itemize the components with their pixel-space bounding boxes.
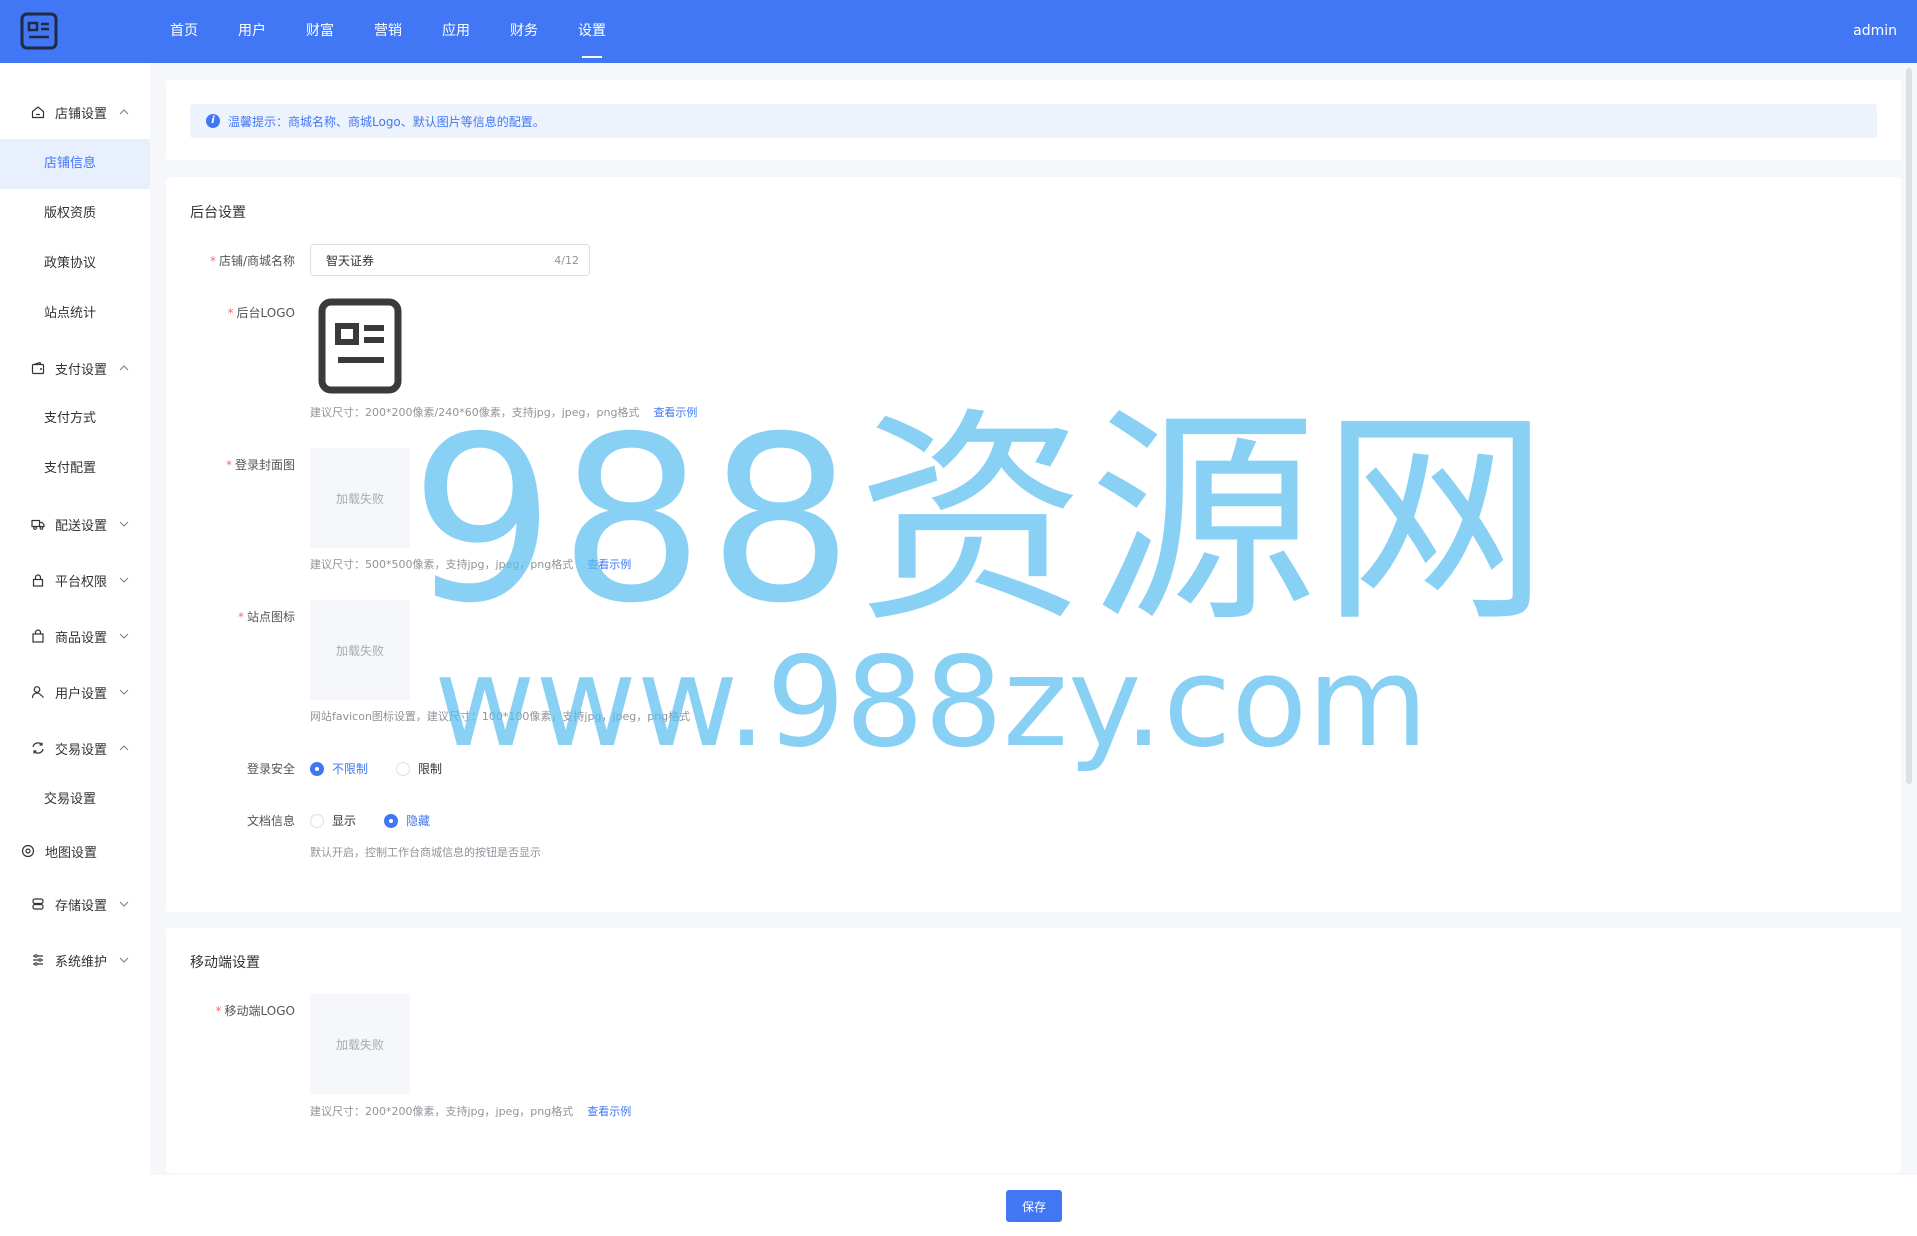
mobile-settings-card <box>166 928 1901 1173</box>
backend-logo-upload[interactable] <box>310 296 410 396</box>
site-icon-hint: 网站favicon图标设置，建议尺寸：100*100像素，支持jpg，jpeg，… <box>310 710 691 723</box>
top-nav: 首页 用户 财富 营销 应用 财务 设置 <box>150 0 626 63</box>
view-example-link[interactable]: 查看示例 <box>653 406 697 419</box>
mobile-logo-label: * 移动端LOGO <box>215 1004 295 1018</box>
sidebar-group-label: 商品设置 <box>55 630 108 646</box>
chevron-up-icon <box>119 745 129 751</box>
nav-wealth[interactable]: 财富 <box>286 0 354 63</box>
sidebar-group-products[interactable]: 商品设置 <box>0 621 150 651</box>
chevron-down-icon <box>119 633 129 639</box>
backend-settings-card <box>166 177 1901 912</box>
location-icon <box>20 843 36 859</box>
list-settings-icon <box>30 952 46 968</box>
nav-apps[interactable]: 应用 <box>422 0 490 63</box>
nav-home[interactable]: 首页 <box>150 0 218 63</box>
nav-users[interactable]: 用户 <box>218 0 286 63</box>
sidebar-group-storage[interactable]: 存储设置 <box>0 889 150 919</box>
radio-show[interactable]: 显示 <box>310 812 356 829</box>
login-cover-label: * 登录封面图 <box>225 458 295 472</box>
mobile-logo-hint: 建议尺寸：200*200像素，支持jpg，jpeg，png格式 查看示例 <box>310 1105 632 1118</box>
doc-info-label: 文档信息 <box>246 814 295 828</box>
chevron-down-icon <box>119 577 129 583</box>
section-title-mobile: 移动端设置 <box>190 955 260 971</box>
login-security-label: 登录安全 <box>246 762 295 776</box>
login-cover-hint: 建议尺寸：500*500像素，支持jpg，jpeg，png格式 查看示例 <box>310 558 632 571</box>
sidebar-group-permissions[interactable]: 平台权限 <box>0 565 150 595</box>
char-counter: 4/12 <box>554 253 579 267</box>
info-icon: i <box>206 114 220 128</box>
chevron-down-icon <box>119 957 129 963</box>
doc-info-radio-group: 显示 隐藏 <box>310 812 458 829</box>
site-icon-upload[interactable]: 加载失败 <box>310 600 410 700</box>
chevron-up-icon <box>119 365 129 371</box>
user-menu[interactable]: admin <box>1853 0 1897 63</box>
sidebar-item-copyright[interactable]: 版权资质 <box>0 189 150 239</box>
user-icon <box>30 684 46 700</box>
sidebar-group-label: 用户设置 <box>55 686 108 702</box>
chevron-up-icon <box>119 109 129 115</box>
sidebar-group-store[interactable]: 店铺设置 <box>0 97 150 127</box>
sidebar-group-trading[interactable]: 交易设置 <box>0 733 150 763</box>
storage-icon <box>30 896 46 912</box>
save-button[interactable]: 保存 <box>1006 1190 1062 1222</box>
scrollbar[interactable] <box>1906 68 1912 784</box>
sidebar-group-maintenance[interactable]: 系统维护 <box>0 945 150 975</box>
sidebar-group-map[interactable]: 地图设置 <box>0 836 150 866</box>
sidebar-group-label: 地图设置 <box>45 845 98 861</box>
radio-dot <box>396 761 411 776</box>
backend-logo-label: * 后台LOGO <box>227 306 295 320</box>
tip-text: 温馨提示：商城名称、商城Logo、默认图片等信息的配置。 <box>228 114 545 129</box>
tip-banner: i 温馨提示：商城名称、商城Logo、默认图片等信息的配置。 <box>190 104 1877 138</box>
sidebar-group-users[interactable]: 用户设置 <box>0 677 150 707</box>
store-name-value: 智天证券 <box>326 253 375 268</box>
shopping-bag-icon <box>30 628 46 644</box>
exchange-icon <box>30 740 46 756</box>
sidebar-group-label: 店铺设置 <box>55 106 108 122</box>
sidebar-item-pay-methods[interactable]: 支付方式 <box>0 394 150 444</box>
radio-unlimited[interactable]: 不限制 <box>310 760 368 777</box>
sidebar-item-store-info[interactable]: 店铺信息 <box>0 139 150 189</box>
chevron-down-icon <box>119 521 129 527</box>
sidebar-group-label: 交易设置 <box>55 742 108 758</box>
wallet-icon <box>30 360 46 376</box>
radio-dot <box>310 813 324 828</box>
truck-icon <box>30 516 46 532</box>
sidebar-group-payment[interactable]: 支付设置 <box>0 353 150 383</box>
radio-limited[interactable]: 限制 <box>396 760 442 777</box>
view-example-link[interactable]: 查看示例 <box>587 1105 631 1118</box>
backend-logo-hint: 建议尺寸：200*200像素/240*60像素，支持jpg，jpeg，png格式… <box>310 406 698 419</box>
nav-marketing[interactable]: 营销 <box>354 0 422 63</box>
chevron-down-icon <box>119 901 129 907</box>
sidebar: 店铺设置 店铺信息 版权资质 政策协议 站点统计 支付设置 支付方式 支付配置 … <box>0 63 150 1236</box>
login-security-radio-group: 不限制 限制 <box>310 760 470 777</box>
radio-dot <box>310 761 324 776</box>
chevron-down-icon <box>119 689 129 695</box>
sidebar-group-label: 配送设置 <box>55 518 108 534</box>
store-name-input[interactable]: 智天证券 4/12 <box>310 244 590 276</box>
login-cover-upload[interactable]: 加载失败 <box>310 448 410 548</box>
id-card-icon[interactable] <box>20 12 58 50</box>
nav-settings[interactable]: 设置 <box>558 0 626 63</box>
id-card-icon <box>318 298 402 394</box>
radio-hide[interactable]: 隐藏 <box>384 812 430 829</box>
radio-dot <box>384 813 399 828</box>
store-name-label: * 店铺/商城名称 <box>209 254 295 268</box>
site-icon-label: * 站点图标 <box>237 610 295 624</box>
view-example-link[interactable]: 查看示例 <box>587 558 631 571</box>
sidebar-group-label: 系统维护 <box>55 954 108 970</box>
doc-info-hint: 默认开启，控制工作台商城信息的按钮是否显示 <box>310 846 541 859</box>
sidebar-group-label: 支付设置 <box>55 362 108 378</box>
home-icon <box>30 104 46 120</box>
mobile-logo-upload[interactable]: 加载失败 <box>310 994 410 1094</box>
sidebar-group-label: 存储设置 <box>55 898 108 914</box>
sidebar-group-label: 平台权限 <box>55 574 108 590</box>
nav-finance[interactable]: 财务 <box>490 0 558 63</box>
sidebar-group-delivery[interactable]: 配送设置 <box>0 509 150 539</box>
top-header: 首页 用户 财富 营销 应用 财务 设置 admin <box>0 0 1917 63</box>
section-title-backend: 后台设置 <box>190 205 246 221</box>
lock-icon <box>30 572 46 588</box>
